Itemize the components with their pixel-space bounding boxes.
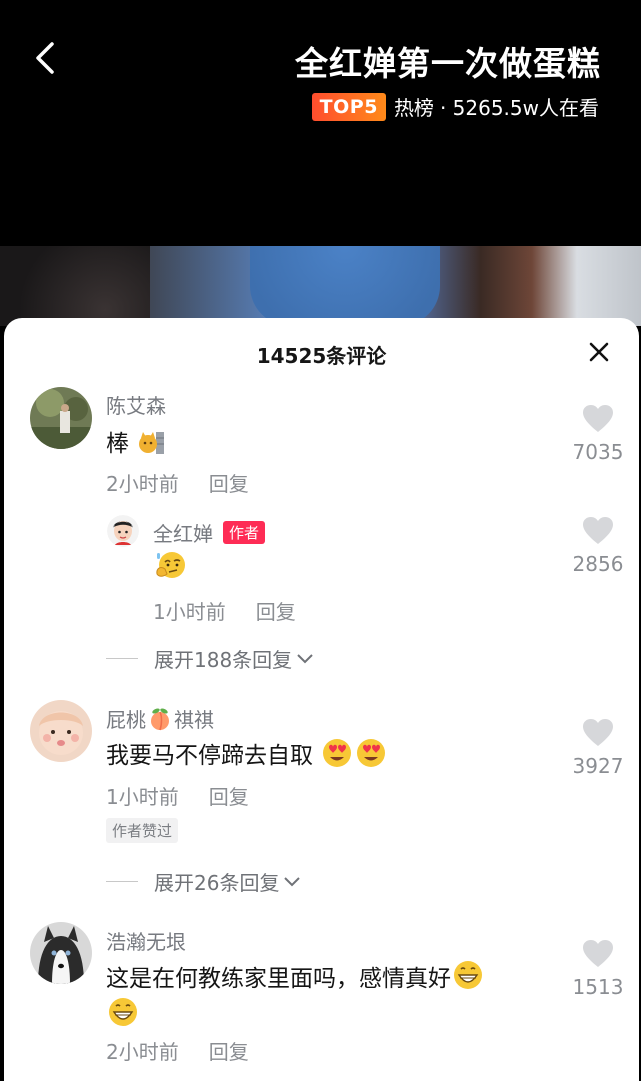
comment-text-content: 我要马不停蹄去自取 [106, 743, 313, 769]
comment-text-content: 这是在何教练家里面吗，感情真好 [106, 966, 451, 992]
video-preview[interactable] [0, 246, 641, 326]
comment-meta: 2小时前 回复 [106, 1036, 249, 1065]
chevron-down-icon [284, 876, 301, 886]
like-button[interactable]: 3927 [563, 718, 633, 778]
username-part: 祺祺 [174, 708, 214, 732]
top-rank-badge: TOP5 [311, 92, 386, 121]
divider [106, 658, 138, 659]
peach-icon [151, 708, 169, 730]
author-badge: 作者 [223, 521, 266, 544]
reply-time: 1小时前 [153, 600, 226, 624]
heart-icon [583, 719, 613, 746]
comment-count: 14525条评论 [256, 344, 387, 368]
username-part: 屁桃 [106, 708, 146, 732]
grinning-face-emoji-icon [454, 961, 482, 989]
heart-icon [583, 517, 613, 544]
reply-username[interactable]: 全红婵 作者 [153, 518, 266, 547]
reply-button[interactable]: 回复 [256, 600, 296, 624]
comment-username[interactable]: 屁桃 祺祺 [106, 704, 214, 733]
comment-time: 2小时前 [106, 1040, 179, 1064]
thinking-face-emoji-icon [156, 552, 185, 578]
comment-username[interactable]: 浩瀚无垠 [106, 926, 186, 955]
like-button[interactable]: 1513 [563, 939, 633, 999]
avatar[interactable] [107, 515, 139, 547]
expand-replies-label: 展开188条回复 [154, 648, 293, 672]
cat-thumbs-up-emoji-icon [139, 432, 165, 454]
like-count: 3927 [572, 754, 624, 778]
close-icon[interactable] [587, 340, 611, 364]
like-count: 7035 [572, 440, 624, 464]
heart-eyes-emoji-icon [357, 739, 386, 767]
comment-meta: 1小时前 回复 [106, 781, 249, 810]
like-button[interactable]: 2856 [563, 516, 633, 576]
hot-list-row[interactable]: TOP5 热榜 · 5265.5w人在看 [311, 92, 599, 121]
avatar[interactable] [30, 387, 92, 449]
comment-username[interactable]: 陈艾森 [106, 390, 166, 419]
like-count: 1513 [572, 975, 624, 999]
heart-icon [583, 940, 613, 967]
back-arrow-icon[interactable] [28, 38, 68, 78]
reply-button[interactable]: 回复 [209, 472, 249, 496]
comment-text: 棒 [106, 424, 166, 458]
video-person-shoulder [250, 246, 440, 326]
comment-panel: 14525条评论 陈艾森 棒 2小时前 回复 7035 全红婵 作者 1小时前 … [4, 318, 639, 1081]
grinning-face-emoji-icon [109, 998, 137, 1026]
video-person-hair [0, 246, 150, 326]
heart-eyes-emoji-icon [323, 739, 352, 767]
like-button[interactable]: 7035 [563, 404, 633, 464]
reply-username-text: 全红婵 [153, 522, 213, 546]
expand-replies-button[interactable]: 展开26条回复 [106, 867, 302, 896]
comment-time: 2小时前 [106, 472, 179, 496]
chevron-down-icon [297, 653, 313, 663]
comment-meta: 2小时前 回复 [106, 468, 249, 497]
author-liked-badge: 作者赞过 [106, 818, 179, 843]
like-count: 2856 [572, 552, 624, 576]
divider [106, 881, 138, 882]
reply-button[interactable]: 回复 [209, 785, 249, 809]
comment-text: 我要马不停蹄去自取 [106, 736, 388, 770]
comment-text: 这是在何教练家里面吗，感情真好 [106, 959, 546, 1033]
hot-list-label: 热榜 [393, 96, 434, 120]
expand-replies-label: 展开26条回复 [154, 871, 280, 895]
reply-text [153, 550, 187, 581]
reply-button[interactable]: 回复 [209, 1040, 249, 1064]
viewer-count: · 5265.5w人在看 [439, 96, 599, 120]
comment-time: 1小时前 [106, 785, 179, 809]
comment-item: 浩瀚无垠 这是在何教练家里面吗，感情真好 2小时前 回复 1513 [4, 318, 639, 1064]
heart-icon [583, 405, 613, 432]
reply-meta: 1小时前 回复 [153, 596, 296, 625]
comment-text-content: 棒 [106, 431, 129, 457]
avatar[interactable] [30, 700, 92, 762]
comment-panel-header: 14525条评论 [4, 318, 639, 386]
expand-replies-button[interactable]: 展开188条回复 [106, 644, 315, 673]
video-top-bar: 全红婵第一次做蛋糕 TOP5 热榜 · 5265.5w人在看 [0, 0, 641, 246]
video-title: 全红婵第一次做蛋糕 [295, 44, 601, 83]
avatar[interactable] [30, 922, 92, 984]
